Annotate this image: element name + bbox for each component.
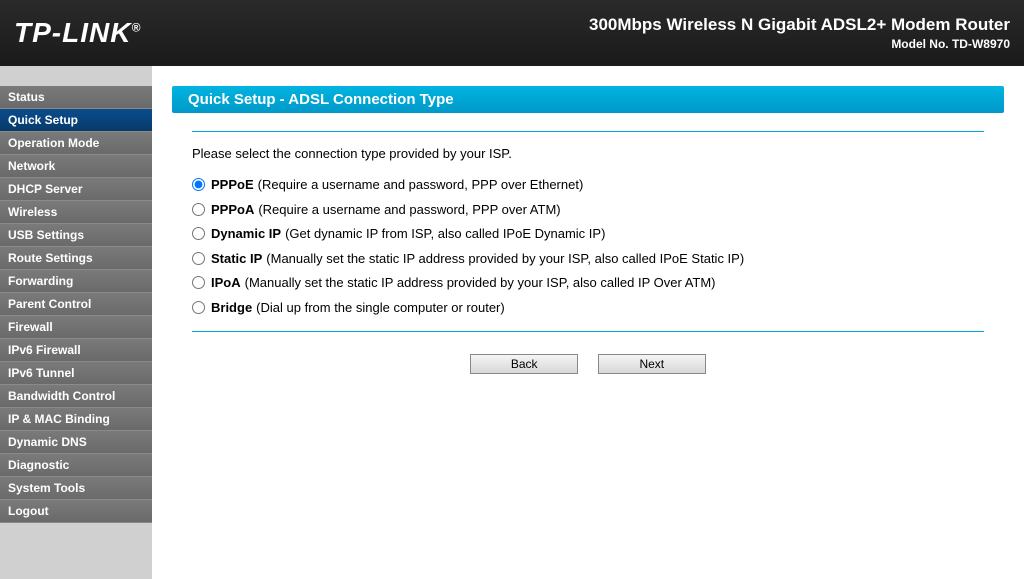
header-right: 300Mbps Wireless N Gigabit ADSL2+ Modem … xyxy=(589,15,1010,51)
sidebar-item-system-tools[interactable]: System Tools xyxy=(0,477,152,500)
content: Please select the connection type provid… xyxy=(172,113,1004,374)
radio-pppoa[interactable] xyxy=(192,203,205,216)
sidebar-item-operation-mode[interactable]: Operation Mode xyxy=(0,132,152,155)
sidebar-item-label: Quick Setup xyxy=(8,113,78,127)
sidebar-item-network[interactable]: Network xyxy=(0,155,152,178)
sidebar-item-diagnostic[interactable]: Diagnostic xyxy=(0,454,152,477)
button-row: Back Next xyxy=(192,354,984,374)
sidebar-item-label: Operation Mode xyxy=(8,136,99,150)
option-static-ip: Static IP (Manually set the static IP ad… xyxy=(192,249,984,269)
sidebar-item-label: Status xyxy=(8,90,45,104)
option-label: IPoA xyxy=(211,273,241,293)
next-button[interactable]: Next xyxy=(598,354,706,374)
sidebar-item-label: Diagnostic xyxy=(8,458,69,472)
model-number: Model No. TD-W8970 xyxy=(589,37,1010,51)
sidebar-item-parent-control[interactable]: Parent Control xyxy=(0,293,152,316)
sidebar-item-usb-settings[interactable]: USB Settings xyxy=(0,224,152,247)
sidebar-item-label: USB Settings xyxy=(8,228,84,242)
sidebar-item-label: IP & MAC Binding xyxy=(8,412,110,426)
sidebar-item-quick-setup[interactable]: Quick Setup xyxy=(0,109,152,132)
option-pppoa: PPPoA (Require a username and password, … xyxy=(192,200,984,220)
main: Quick Setup - ADSL Connection Type Pleas… xyxy=(152,66,1024,579)
option-desc: (Require a username and password, PPP ov… xyxy=(258,175,584,195)
radio-dynamic-ip[interactable] xyxy=(192,227,205,240)
back-button[interactable]: Back xyxy=(470,354,578,374)
sidebar-item-dynamic-dns[interactable]: Dynamic DNS xyxy=(0,431,152,454)
brand-logo: TP-LINK® xyxy=(14,17,141,49)
page-title: Quick Setup - ADSL Connection Type xyxy=(172,86,1004,113)
divider-top xyxy=(192,131,984,132)
sidebar-item-wireless[interactable]: Wireless xyxy=(0,201,152,224)
option-ipoa: IPoA (Manually set the static IP address… xyxy=(192,273,984,293)
sidebar-item-label: IPv6 Firewall xyxy=(8,343,81,357)
option-label: Dynamic IP xyxy=(211,224,281,244)
option-bridge: Bridge (Dial up from the single computer… xyxy=(192,298,984,318)
sidebar-item-firewall[interactable]: Firewall xyxy=(0,316,152,339)
sidebar-item-label: Network xyxy=(8,159,55,173)
sidebar-item-status[interactable]: Status xyxy=(0,86,152,109)
option-pppoe: PPPoE (Require a username and password, … xyxy=(192,175,984,195)
sidebar-item-ipv6-tunnel[interactable]: IPv6 Tunnel xyxy=(0,362,152,385)
sidebar-item-forwarding[interactable]: Forwarding xyxy=(0,270,152,293)
brand-reg: ® xyxy=(131,21,141,35)
sidebar-item-ipv6-firewall[interactable]: IPv6 Firewall xyxy=(0,339,152,362)
sidebar-item-label: Bandwidth Control xyxy=(8,389,115,403)
option-dynamic-ip: Dynamic IP (Get dynamic IP from ISP, als… xyxy=(192,224,984,244)
sidebar-item-label: Logout xyxy=(8,504,49,518)
sidebar-item-label: IPv6 Tunnel xyxy=(8,366,74,380)
sidebar-item-ip-mac-binding[interactable]: IP & MAC Binding xyxy=(0,408,152,431)
option-desc: (Manually set the static IP address prov… xyxy=(266,249,744,269)
brand-text: TP-LINK xyxy=(14,17,131,48)
radio-static-ip[interactable] xyxy=(192,252,205,265)
radio-bridge[interactable] xyxy=(192,301,205,314)
sidebar-item-label: Wireless xyxy=(8,205,57,219)
sidebar-item-logout[interactable]: Logout xyxy=(0,500,152,523)
option-label: Static IP xyxy=(211,249,262,269)
option-desc: (Get dynamic IP from ISP, also called IP… xyxy=(285,224,605,244)
sidebar-item-route-settings[interactable]: Route Settings xyxy=(0,247,152,270)
option-label: Bridge xyxy=(211,298,252,318)
option-label: PPPoA xyxy=(211,200,254,220)
option-label: PPPoE xyxy=(211,175,254,195)
option-desc: (Dial up from the single computer or rou… xyxy=(256,298,505,318)
radio-pppoe[interactable] xyxy=(192,178,205,191)
sidebar: Status Quick Setup Operation Mode Networ… xyxy=(0,66,152,579)
divider-bottom xyxy=(192,331,984,332)
instruction-text: Please select the connection type provid… xyxy=(192,146,984,161)
sidebar-item-dhcp-server[interactable]: DHCP Server xyxy=(0,178,152,201)
sidebar-item-bandwidth-control[interactable]: Bandwidth Control xyxy=(0,385,152,408)
option-desc: (Manually set the static IP address prov… xyxy=(245,273,716,293)
sidebar-item-label: Firewall xyxy=(8,320,53,334)
sidebar-item-label: Parent Control xyxy=(8,297,91,311)
sidebar-item-label: Dynamic DNS xyxy=(8,435,87,449)
container: Status Quick Setup Operation Mode Networ… xyxy=(0,66,1024,579)
option-desc: (Require a username and password, PPP ov… xyxy=(258,200,560,220)
sidebar-item-label: Route Settings xyxy=(8,251,93,265)
radio-ipoa[interactable] xyxy=(192,276,205,289)
sidebar-item-label: Forwarding xyxy=(8,274,73,288)
header: TP-LINK® 300Mbps Wireless N Gigabit ADSL… xyxy=(0,0,1024,66)
product-title: 300Mbps Wireless N Gigabit ADSL2+ Modem … xyxy=(589,15,1010,35)
sidebar-item-label: System Tools xyxy=(8,481,85,495)
sidebar-item-label: DHCP Server xyxy=(8,182,82,196)
